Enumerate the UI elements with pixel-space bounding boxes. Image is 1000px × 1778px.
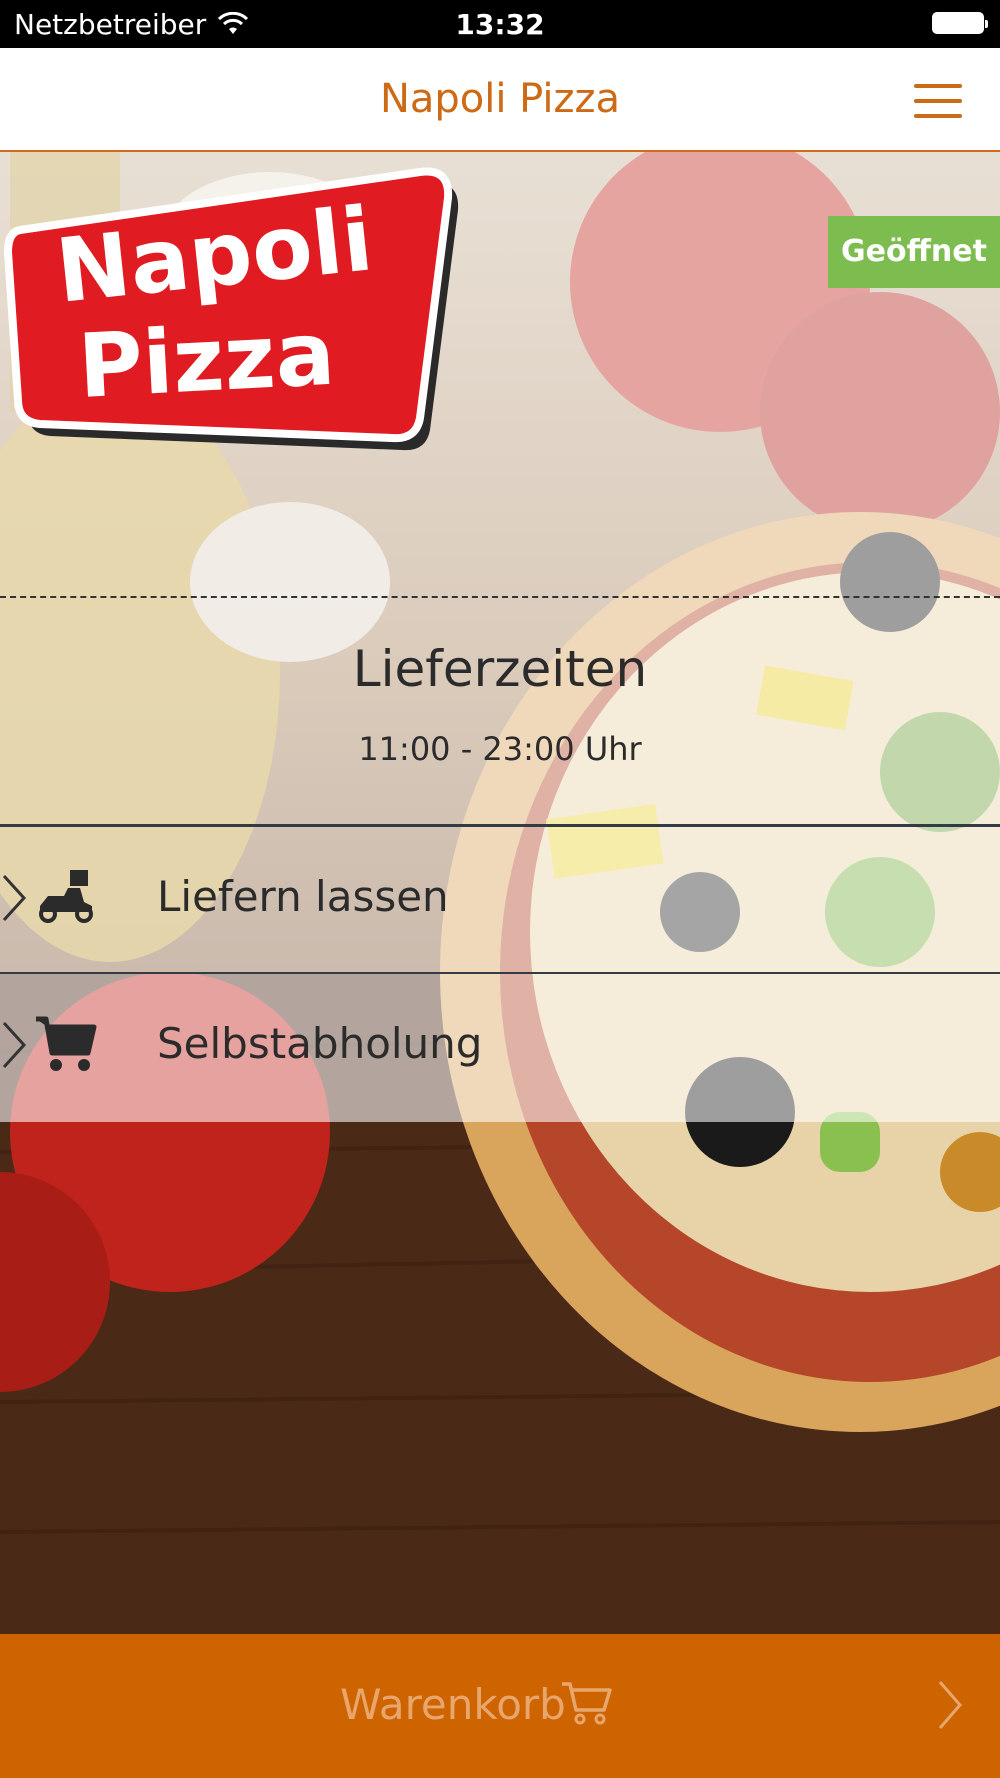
hamburger-menu-icon[interactable] [914,84,962,118]
shopping-cart-icon [36,1016,97,1071]
clock: 13:32 [455,8,545,41]
napoli-pizza-logo: Napoli Pizza [3,167,459,451]
pickup-option-label: Selbstabholung [157,1019,483,1068]
cart-label: Warenkorb [340,1680,566,1729]
pickup-option-button[interactable]: Selbstabholung [0,975,1000,1119]
status-bar: Netzbetreiber 13:32 [0,0,1000,48]
open-status-badge: Geöffnet [828,216,1000,288]
divider [0,824,1000,827]
chevron-right-icon [2,1021,27,1069]
delivery-option-button[interactable]: Liefern lassen [0,828,1000,972]
chevron-right-icon [2,874,27,922]
delivery-scooter-icon [39,870,93,923]
logo-text-line2: Pizza [76,302,338,418]
delivery-hours-title: Lieferzeiten [352,640,648,698]
background-photo: Geöffnet Napoli Pizza Lieferzeiten 11:00… [0,152,1000,1634]
cart-button[interactable]: Warenkorb [0,1634,1000,1778]
divider [0,972,1000,974]
delivery-hours-value: 11:00 - 23:00 Uhr [358,730,642,768]
page-title: Napoli Pizza [379,76,621,122]
battery-icon [932,12,988,34]
cart-icon [562,1682,612,1725]
delivery-option-label: Liefern lassen [157,872,449,921]
navigation-bar: Napoli Pizza [0,48,1000,152]
divider-dashed [0,596,1000,598]
chevron-right-icon [938,1681,962,1729]
